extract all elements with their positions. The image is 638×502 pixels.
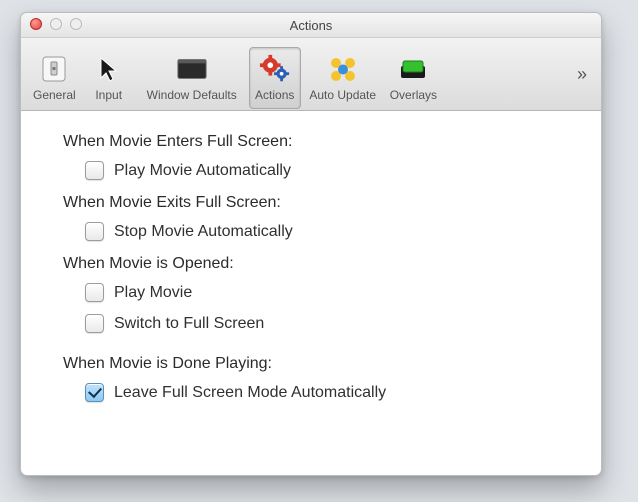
toolbar-tab-auto-update[interactable]: Auto Update [303, 47, 383, 109]
preferences-toolbar: General Input Window Defaults [21, 38, 601, 111]
toolbar-tab-label: Overlays [390, 88, 437, 102]
toolbar-tab-label: Actions [255, 88, 294, 102]
option-stop-auto-exit[interactable]: Stop Movie Automatically [85, 222, 581, 241]
section-title: When Movie Exits Full Screen: [63, 194, 581, 212]
option-play-auto-enter[interactable]: Play Movie Automatically [85, 161, 581, 180]
toolbar-tab-label: Auto Update [309, 88, 376, 102]
option-leave-fs-auto[interactable]: Leave Full Screen Mode Automatically [85, 383, 581, 402]
option-label: Leave Full Screen Mode Automatically [114, 384, 386, 402]
chevron-double-right-icon: » [577, 64, 587, 85]
section-done-playing: When Movie is Done Playing: Leave Full S… [63, 355, 581, 402]
checkbox[interactable] [85, 314, 104, 333]
window-icon [176, 53, 208, 85]
cursor-icon [93, 53, 125, 85]
titlebar[interactable]: Actions [21, 13, 601, 38]
checkbox[interactable] [85, 383, 104, 402]
section-title: When Movie Enters Full Screen: [63, 133, 581, 151]
section-enter-fullscreen: When Movie Enters Full Screen: Play Movi… [63, 133, 581, 180]
section-title: When Movie is Done Playing: [63, 355, 581, 373]
preferences-window: Actions General Input [20, 12, 602, 476]
toolbar-overflow-button[interactable]: » [569, 38, 595, 110]
general-icon [38, 53, 70, 85]
section-opened: When Movie is Opened: Play Movie Switch … [63, 255, 581, 333]
gears-icon [259, 53, 291, 85]
checkbox[interactable] [85, 222, 104, 241]
option-label: Switch to Full Screen [114, 315, 264, 333]
option-label: Stop Movie Automatically [114, 223, 293, 241]
toolbar-tab-window-defaults[interactable]: Window Defaults [137, 47, 247, 109]
section-exit-fullscreen: When Movie Exits Full Screen: Stop Movie… [63, 194, 581, 241]
auto-update-icon [327, 53, 359, 85]
window-minimize-button[interactable] [50, 18, 62, 30]
window-traffic-lights [30, 18, 82, 30]
toolbar-tab-input[interactable]: Input [83, 47, 135, 109]
toolbar-tab-label: General [33, 88, 76, 102]
toolbar-tab-general[interactable]: General [28, 47, 81, 109]
option-switch-fs[interactable]: Switch to Full Screen [85, 314, 581, 333]
toolbar-tab-overlays[interactable]: Overlays [385, 47, 442, 109]
overlays-icon [397, 53, 429, 85]
window-zoom-button[interactable] [70, 18, 82, 30]
toolbar-tab-label: Input [95, 88, 122, 102]
checkbox[interactable] [85, 161, 104, 180]
option-label: Play Movie [114, 284, 192, 302]
option-play-on-open[interactable]: Play Movie [85, 283, 581, 302]
option-label: Play Movie Automatically [114, 162, 291, 180]
toolbar-tab-label: Window Defaults [147, 88, 237, 102]
pane-actions: When Movie Enters Full Screen: Play Movi… [21, 111, 601, 436]
toolbar-tab-actions[interactable]: Actions [249, 47, 301, 109]
section-title: When Movie is Opened: [63, 255, 581, 273]
checkbox[interactable] [85, 283, 104, 302]
window-close-button[interactable] [30, 18, 42, 30]
window-title: Actions [290, 18, 333, 33]
